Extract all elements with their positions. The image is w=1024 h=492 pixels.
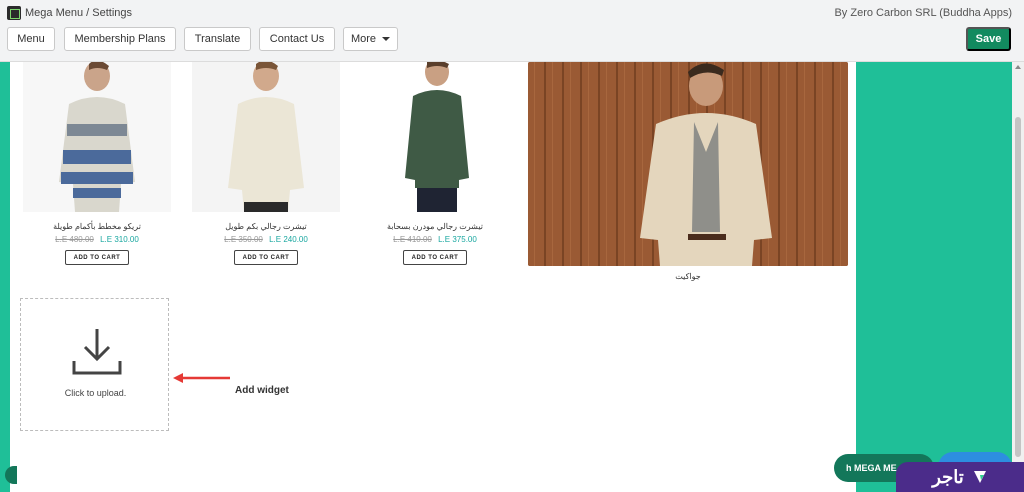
product-card[interactable]: تيشرت رجالي بكم طويل L.E 350.00 L.E 240.… <box>192 62 340 272</box>
membership-plans-button[interactable]: Membership Plans <box>64 27 176 51</box>
sale-price: L.E 375.00 <box>438 235 477 244</box>
more-label: More <box>350 33 377 45</box>
contact-us-button[interactable]: Contact Us <box>259 27 335 51</box>
app-logo-icon <box>7 6 21 20</box>
old-price: L.E 350.00 <box>224 235 263 244</box>
breadcrumb: Mega Menu / Settings <box>25 7 133 19</box>
category-banner-image[interactable] <box>528 62 848 266</box>
upload-label: Click to upload. <box>64 388 127 398</box>
arrow-left-icon <box>173 373 230 383</box>
product-name: تريكو مخطط بأكمام طويلة <box>53 222 141 231</box>
sale-price: L.E 240.00 <box>269 235 308 244</box>
product-prices: L.E 410.00 L.E 375.00 <box>361 235 509 244</box>
top-bar: Mega Menu / Settings By Zero Carbon SRL … <box>0 0 1024 62</box>
sale-price: L.E 310.00 <box>100 235 139 244</box>
page-scrollbar[interactable] <box>1012 62 1024 492</box>
developer-credit: By Zero Carbon SRL (Buddha Apps) <box>834 7 1012 19</box>
download-icon <box>72 329 122 375</box>
editor-canvas: تريكو مخطط بأكمام طويلة L.E 480.00 L.E 3… <box>10 62 856 492</box>
old-price: L.E 410.00 <box>393 235 432 244</box>
scroll-thumb[interactable] <box>1015 117 1021 457</box>
caret-down-icon <box>382 37 391 41</box>
brand-text: تاجر <box>932 466 964 487</box>
product-card[interactable]: تيشرت رجالي مودرن بسحابة L.E 410.00 L.E … <box>361 62 509 272</box>
upload-dropzone[interactable]: Click to upload. <box>20 298 169 431</box>
translate-button[interactable]: Translate <box>184 27 251 51</box>
add-widget-link[interactable]: Add widget <box>235 385 289 396</box>
product-image[interactable] <box>361 62 509 212</box>
product-prices: L.E 480.00 L.E 310.00 <box>23 235 171 244</box>
add-to-cart-button[interactable]: ADD TO CART <box>234 250 298 265</box>
add-to-cart-button[interactable]: ADD TO CART <box>403 250 467 265</box>
menu-button[interactable]: Menu <box>7 27 55 51</box>
brand-watermark: تاجر <box>896 462 1024 492</box>
product-prices: L.E 350.00 L.E 240.00 <box>192 235 340 244</box>
scroll-up-icon[interactable] <box>1015 65 1021 69</box>
product-name: تيشرت رجالي مودرن بسحابة <box>387 222 483 231</box>
product-name: تيشرت رجالي بكم طويل <box>225 222 307 231</box>
product-image[interactable] <box>23 62 171 212</box>
product-card[interactable]: تريكو مخطط بأكمام طويلة L.E 480.00 L.E 3… <box>23 62 171 272</box>
floating-tab[interactable] <box>5 466 17 484</box>
old-price: L.E 480.00 <box>55 235 94 244</box>
brand-logo-icon <box>973 471 986 483</box>
banner-caption: جواكيت <box>675 272 701 281</box>
add-to-cart-button[interactable]: ADD TO CART <box>65 250 129 265</box>
product-image[interactable] <box>192 62 340 212</box>
more-dropdown[interactable]: More <box>343 27 398 51</box>
save-button[interactable]: Save <box>966 27 1011 51</box>
